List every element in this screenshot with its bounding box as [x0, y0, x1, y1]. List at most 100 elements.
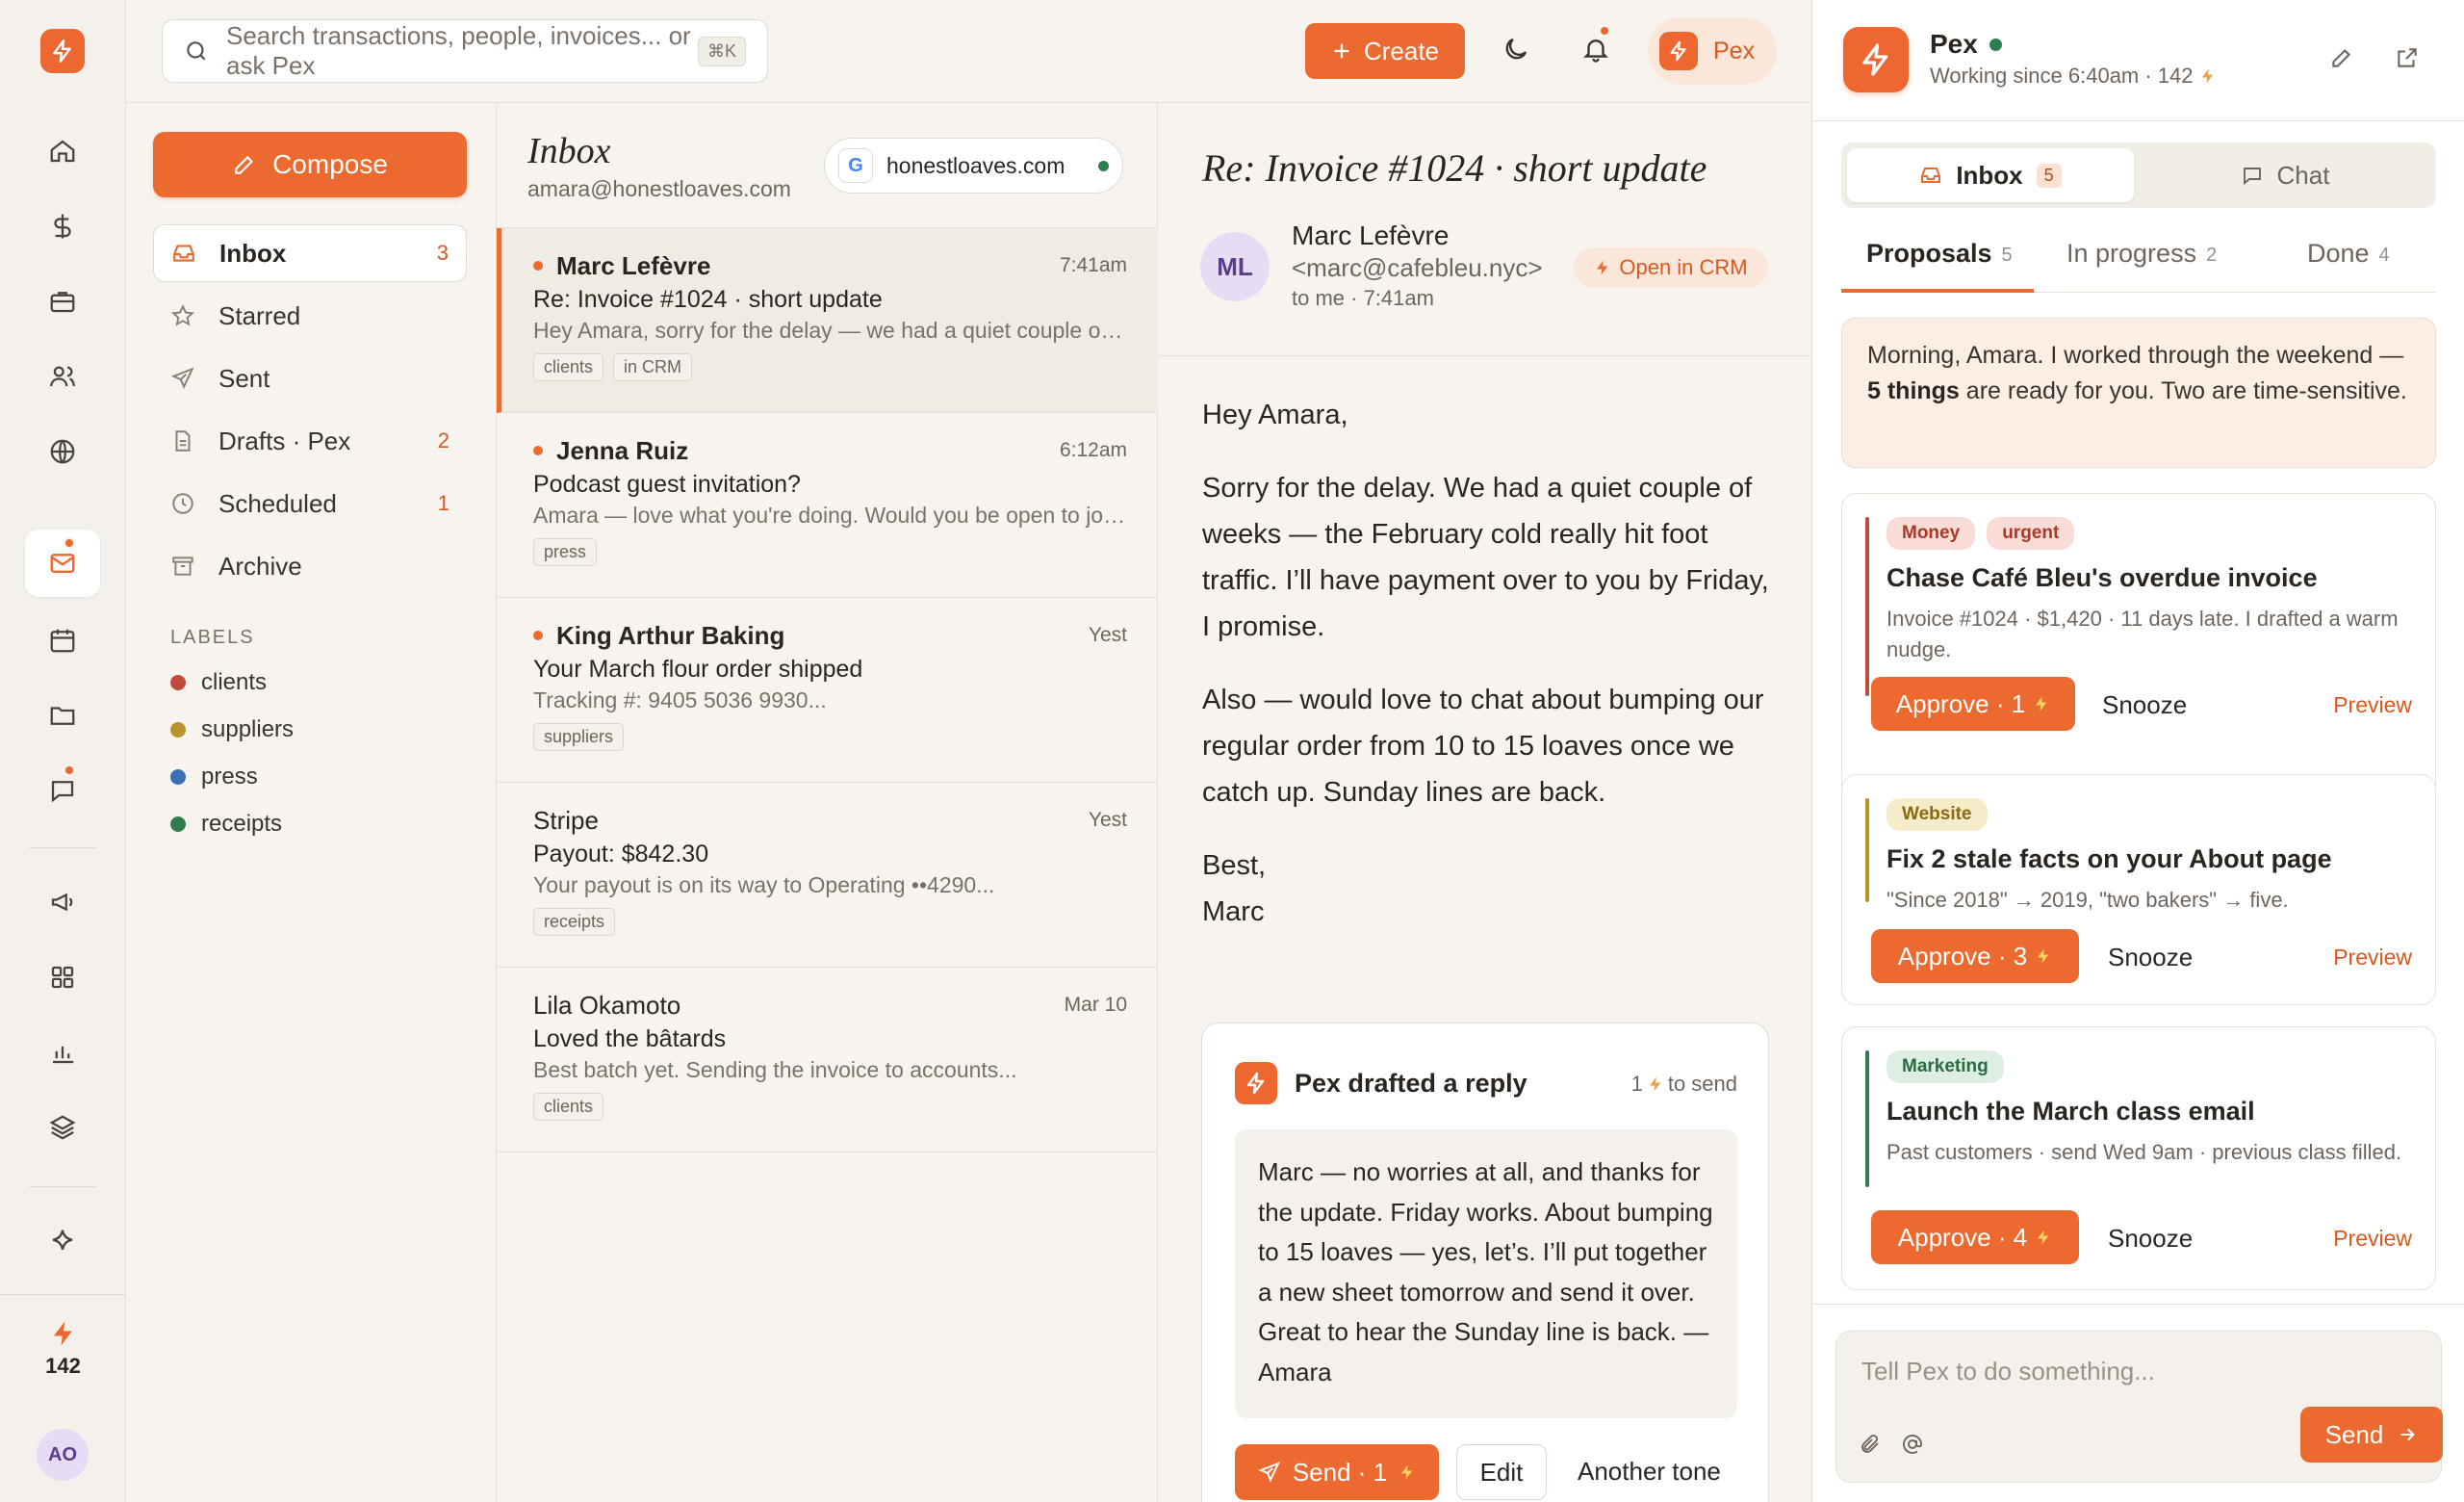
pop-out-button[interactable]	[2388, 39, 2426, 77]
rail-reports[interactable]	[38, 1028, 87, 1076]
label-color-dot	[170, 675, 186, 690]
open-in-crm-button[interactable]: Open in CRM	[1574, 247, 1768, 288]
draft-cost-number: 1	[1630, 1072, 1643, 1096]
rail-ai[interactable]	[38, 1217, 87, 1265]
snooze-button[interactable]: Snooze	[2102, 690, 2187, 720]
credits-counter[interactable]: 142	[0, 1319, 126, 1379]
pex-prompt-input[interactable]: Tell Pex to do something... Send	[1835, 1331, 2443, 1483]
folder-starred[interactable]: Starred	[153, 287, 467, 345]
label-receipts[interactable]: receipts	[170, 811, 282, 838]
preview-link[interactable]: Preview	[2333, 692, 2412, 718]
panel-divider	[1812, 1304, 2464, 1305]
domain-name: honestloaves.com	[886, 152, 1065, 178]
unread-dot	[533, 631, 543, 640]
tab-done[interactable]: Done 4	[2307, 239, 2390, 293]
card-tag: Money	[1886, 517, 1976, 550]
domain-switcher[interactable]: G honestloaves.com	[824, 138, 1123, 194]
chat-icon	[2243, 168, 2261, 185]
edit-button[interactable]	[2323, 39, 2361, 77]
message-tag: press	[533, 538, 598, 566]
preview-link[interactable]: Preview	[2333, 1226, 2412, 1252]
online-status-dot	[1989, 38, 2002, 51]
search-input[interactable]: Search transactions, people, invoices...…	[162, 19, 768, 83]
list-item[interactable]: Marc Lefèvre 7:41am Re: Invoice #1024 · s…	[497, 228, 1158, 413]
rail-web[interactable]	[38, 427, 87, 476]
send-draft-button[interactable]: Send · 1	[1235, 1444, 1439, 1500]
edit-draft-button[interactable]: Edit	[1456, 1444, 1547, 1500]
label-clients[interactable]: clients	[170, 669, 267, 696]
recipient-line: to me · 7:41am	[1292, 286, 1434, 310]
list-item[interactable]: Lila Okamoto Mar 10 Loved the bâtards Bes…	[497, 968, 1158, 1152]
rail-jobs[interactable]	[38, 277, 87, 325]
message-reader: Re: Invoice #1024 · short update ML Marc…	[1158, 103, 1811, 1502]
card-accent-bar	[1865, 798, 1869, 902]
segment-chat[interactable]: Chat	[2140, 148, 2430, 202]
approve-button[interactable]: Approve · 3	[1871, 929, 2079, 983]
rail-apps[interactable]	[38, 953, 87, 1001]
label-press[interactable]: press	[170, 764, 258, 790]
moon-icon	[1505, 38, 1527, 60]
search-placeholder: Search transactions, people, invoices...…	[226, 21, 691, 80]
tab-proposals[interactable]: Proposals 5	[1841, 239, 2034, 293]
folder-archive[interactable]: Archive	[153, 537, 467, 595]
attach-button[interactable]	[1854, 1428, 1886, 1461]
card-tag: Website	[1886, 798, 1988, 831]
bolt-icon	[1862, 43, 1888, 76]
prompt-placeholder: Tell Pex to do something...	[1861, 1357, 2155, 1385]
label-color-dot	[170, 769, 186, 785]
approve-label: Approve · 1	[1895, 688, 2026, 718]
pex-name-text: Pex	[1930, 29, 1978, 59]
user-avatar[interactable]: AO	[37, 1429, 89, 1481]
draft-title: Pex drafted a reply	[1295, 1068, 1527, 1098]
rail-chat[interactable]	[38, 766, 87, 815]
rail-home[interactable]	[38, 127, 87, 175]
rail-files[interactable]	[38, 691, 87, 739]
label-suppliers[interactable]: suppliers	[170, 716, 294, 743]
list-item[interactable]: King Arthur Baking Yest Your March flour …	[497, 598, 1158, 783]
snooze-button[interactable]: Snooze	[2108, 943, 2193, 972]
rail-people[interactable]	[38, 352, 87, 401]
bolt-icon	[1401, 1464, 1413, 1480]
list-item[interactable]: Jenna Ruiz 6:12am Podcast guest invitatio…	[497, 413, 1158, 598]
draft-text[interactable]: Marc — no worries at all, and thanks for…	[1235, 1129, 1737, 1418]
folder-sent[interactable]: Sent	[153, 350, 467, 407]
proposal-card: Website Fix 2 stale facts on your About …	[1841, 774, 2436, 1005]
rail-layers[interactable]	[38, 1103, 87, 1152]
notifications-button[interactable]	[1572, 25, 1620, 73]
create-button[interactable]: Create	[1305, 23, 1465, 79]
folder-inbox[interactable]: Inbox 3	[153, 224, 467, 282]
rail-calendar[interactable]	[38, 616, 87, 664]
mention-button[interactable]	[1896, 1428, 1929, 1461]
bolt-icon	[2201, 68, 2213, 84]
pex-toggle-button[interactable]: Pex	[1648, 17, 1777, 85]
unread-dot	[533, 261, 543, 271]
rail-finance[interactable]	[38, 202, 87, 250]
rail-marketing[interactable]	[38, 878, 87, 926]
body-paragraph: Hey Amara,	[1202, 400, 1348, 430]
list-item[interactable]: Stripe Yest Payout: $842.30 Your payout i…	[497, 783, 1158, 968]
approve-button[interactable]: Approve · 1	[1871, 677, 2075, 731]
top-bar: Search transactions, people, invoices...…	[126, 0, 1811, 103]
body-paragraph: Sorry for the delay. We had a quiet coup…	[1202, 473, 1769, 642]
approve-button[interactable]: Approve · 4	[1871, 1210, 2079, 1264]
compose-button[interactable]: Compose	[153, 132, 467, 197]
another-tone-button[interactable]: Another tone	[1578, 1457, 1721, 1487]
morning-summary: Morning, Amara. I worked through the wee…	[1841, 318, 2436, 468]
snooze-button[interactable]: Snooze	[2108, 1224, 2193, 1254]
message-list: Inbox amara@honestloaves.com G honestloa…	[497, 103, 1158, 1502]
app-logo[interactable]	[40, 29, 85, 73]
folder-drafts[interactable]: Drafts · Pex 2	[153, 412, 467, 470]
briefcase-icon	[50, 292, 75, 313]
pex-mini-logo	[1235, 1062, 1277, 1104]
folder-scheduled[interactable]: Scheduled 1	[153, 475, 467, 532]
send-prompt-button[interactable]: Send	[2300, 1407, 2443, 1463]
preview-link[interactable]: Preview	[2333, 945, 2412, 971]
inbox-icon	[173, 245, 194, 262]
theme-toggle[interactable]	[1492, 25, 1540, 73]
notification-dot	[1599, 25, 1610, 37]
pex-view-switch: Inbox 5 Chat	[1841, 142, 2436, 208]
rail-mail[interactable]	[25, 530, 100, 597]
pex-logo	[1843, 27, 1909, 92]
tab-in-progress[interactable]: In progress 2	[2066, 239, 2217, 293]
segment-inbox[interactable]: Inbox 5	[1847, 148, 2134, 202]
